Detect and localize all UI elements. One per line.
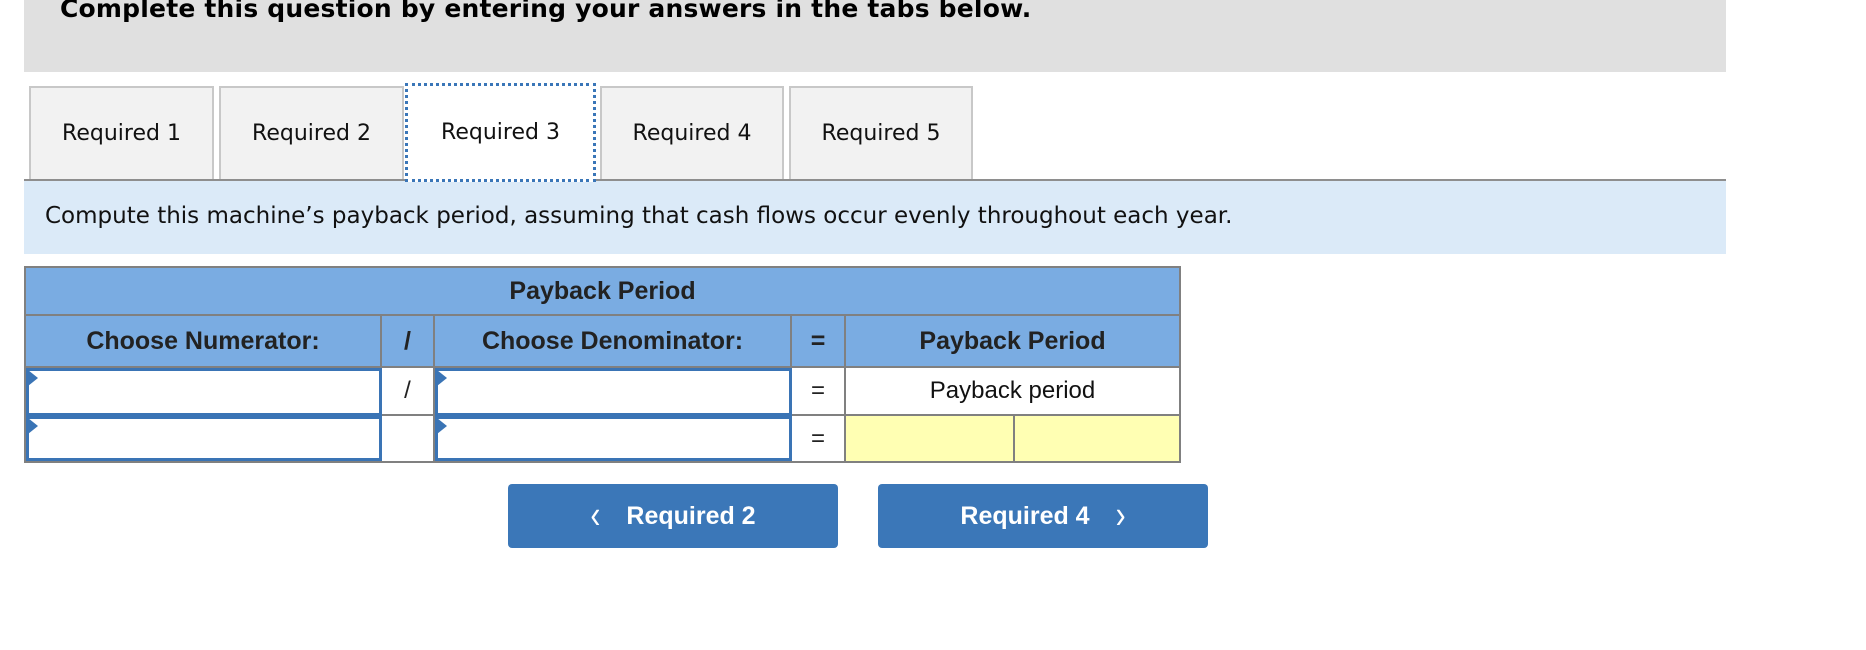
denominator-header: Choose Denominator:: [435, 316, 792, 368]
result-label-row1: Payback period: [846, 368, 1179, 416]
dropdown-marker-icon: [28, 370, 38, 386]
divide-operator-row2: [382, 416, 435, 461]
chevron-left-icon: ‹: [590, 493, 601, 537]
tab-required-5[interactable]: Required 5: [789, 86, 973, 179]
divide-operator-row1: /: [382, 368, 435, 416]
next-required-button[interactable]: Required 4 ›: [878, 484, 1208, 548]
equals-header: =: [792, 316, 846, 368]
tab-required-3[interactable]: Required 3: [405, 83, 596, 182]
dropdown-marker-icon: [28, 418, 38, 434]
tab-required-2[interactable]: Required 2: [219, 86, 404, 179]
previous-button-label: Required 2: [626, 501, 756, 530]
result-header: Payback Period: [846, 316, 1179, 368]
tab-required-4[interactable]: Required 4: [600, 86, 784, 179]
numerator-dropdown-row2[interactable]: [26, 416, 382, 461]
question-prompt: Compute this machine’s payback period, a…: [24, 181, 1726, 254]
denominator-dropdown-row2[interactable]: [435, 416, 792, 461]
question-text: Compute this machine’s payback period, a…: [45, 203, 1233, 229]
previous-required-button[interactable]: ‹ Required 2: [508, 484, 838, 548]
next-button-label: Required 4: [960, 501, 1090, 530]
instructions-banner: Complete this question by entering your …: [24, 0, 1726, 72]
payback-period-unit-input[interactable]: [1015, 416, 1179, 461]
divide-header: /: [382, 316, 435, 368]
requirement-tabs: Required 1 Required 2 Required 3 Require…: [24, 83, 1726, 182]
table-title: Payback Period: [26, 268, 1179, 316]
dropdown-marker-icon: [437, 370, 447, 386]
denominator-dropdown-row1[interactable]: [435, 368, 792, 416]
numerator-header: Choose Numerator:: [26, 316, 382, 368]
payback-period-table: Payback Period Choose Numerator: / Choos…: [24, 266, 1181, 463]
chevron-right-icon: ›: [1115, 493, 1126, 537]
dropdown-marker-icon: [437, 418, 447, 434]
equals-operator-row2: =: [792, 416, 846, 461]
equals-operator-row1: =: [792, 368, 846, 416]
payback-period-value-input[interactable]: [846, 416, 1015, 461]
instructions-title: Complete this question by entering your …: [60, 0, 1032, 23]
tab-required-1[interactable]: Required 1: [29, 86, 214, 179]
numerator-dropdown-row1[interactable]: [26, 368, 382, 416]
